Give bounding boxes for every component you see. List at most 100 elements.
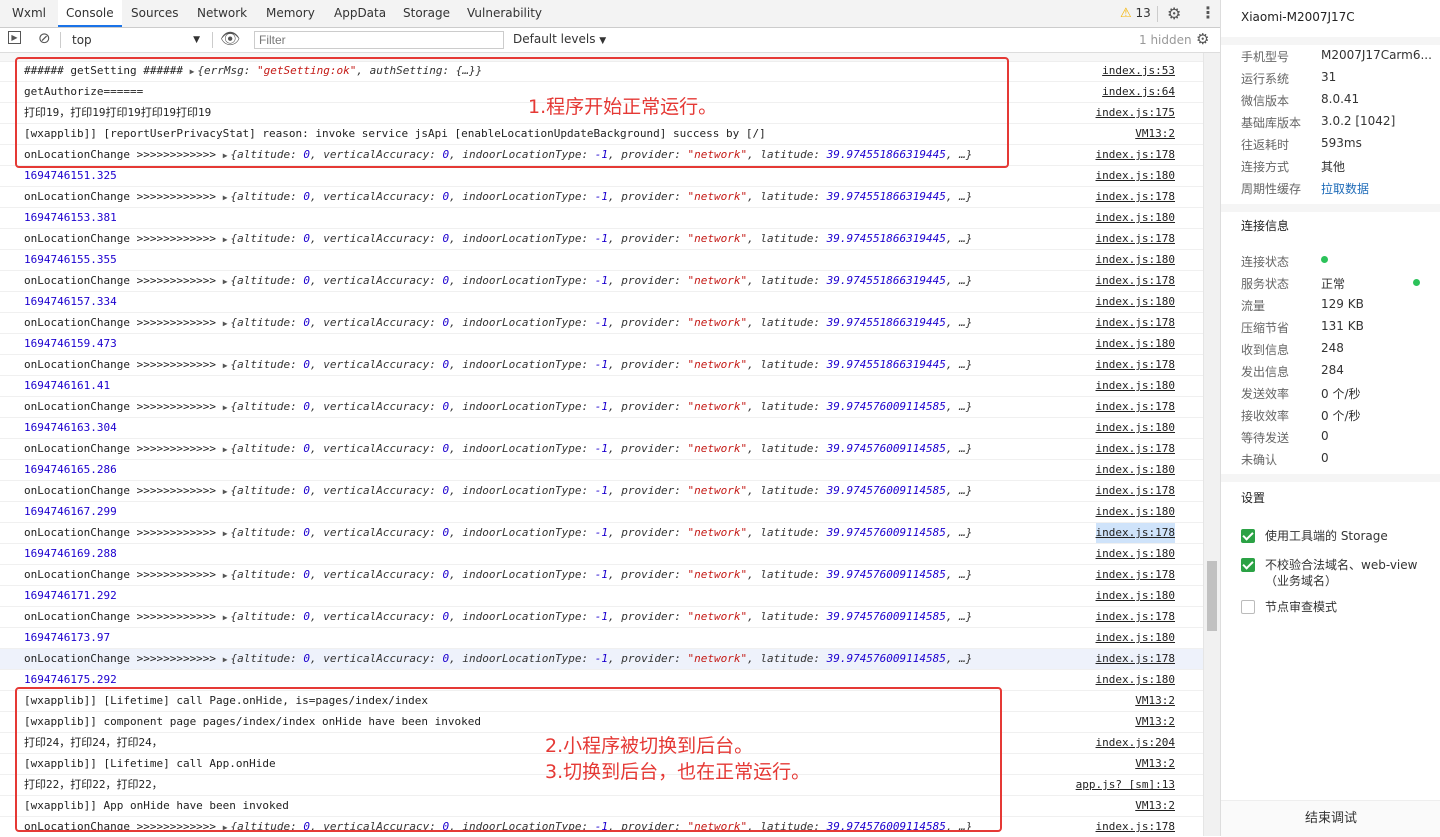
tab-storage[interactable]: Storage xyxy=(403,0,450,27)
source-link[interactable]: VM13:2 xyxy=(1135,691,1175,711)
tab-vulnerability[interactable]: Vulnerability xyxy=(467,0,542,27)
setting-checkbox[interactable] xyxy=(1241,558,1255,572)
expand-triangle-icon[interactable]: ▶ xyxy=(223,823,228,832)
console-object-preview[interactable]: ▶ {altitude: 0, verticalAccuracy: 0, indo… xyxy=(223,358,973,371)
source-link[interactable]: index.js:178 xyxy=(1096,229,1175,249)
source-link[interactable]: index.js:178 xyxy=(1096,397,1175,417)
console-object-preview[interactable]: ▶ {altitude: 0, verticalAccuracy: 0, indo… xyxy=(223,232,973,245)
console-object-preview[interactable]: ▶ {altitude: 0, verticalAccuracy: 0, indo… xyxy=(223,526,973,539)
source-link[interactable]: index.js:178 xyxy=(1096,817,1175,836)
source-link[interactable]: index.js:178 xyxy=(1096,313,1175,333)
console-row: 1694746173.97 index.js:180 xyxy=(0,628,1203,649)
eye-icon[interactable]: 👁 xyxy=(220,29,240,48)
source-link[interactable]: index.js:178 xyxy=(1096,565,1175,585)
expand-triangle-icon[interactable]: ▶ xyxy=(223,151,228,160)
expand-triangle-icon[interactable]: ▶ xyxy=(223,445,228,454)
settings-gear-icon[interactable]: ⚙ xyxy=(1167,4,1181,23)
sidebar-toggle-icon[interactable]: ▶ xyxy=(8,31,21,44)
console-settings-gear-icon[interactable]: ⚙ xyxy=(1196,30,1209,48)
source-link[interactable]: index.js:178 xyxy=(1095,523,1175,543)
console-object-preview[interactable]: ▶ {altitude: 0, verticalAccuracy: 0, indo… xyxy=(223,820,973,833)
expand-triangle-icon[interactable]: ▶ xyxy=(223,235,228,244)
source-link[interactable]: index.js:178 xyxy=(1096,271,1175,291)
console-object-preview[interactable]: ▶ {altitude: 0, verticalAccuracy: 0, indo… xyxy=(223,442,973,455)
source-link[interactable]: index.js:180 xyxy=(1096,502,1175,522)
log-levels-dropdown[interactable]: Default levels ▼ xyxy=(513,32,606,46)
console-object-preview[interactable]: ▶ {altitude: 0, verticalAccuracy: 0, indo… xyxy=(223,652,973,665)
console-object-preview[interactable]: ▶ {altitude: 0, verticalAccuracy: 0, indo… xyxy=(223,148,973,161)
context-select[interactable]: top ▼ xyxy=(64,31,206,49)
source-link[interactable]: index.js:180 xyxy=(1096,334,1175,354)
end-debug-button[interactable]: 结束调试 xyxy=(1221,800,1440,837)
source-link[interactable]: index.js:180 xyxy=(1096,544,1175,564)
source-link[interactable]: index.js:180 xyxy=(1096,376,1175,396)
console-object-preview[interactable]: ▶ {altitude: 0, verticalAccuracy: 0, indo… xyxy=(223,190,973,203)
expand-triangle-icon[interactable]: ▶ xyxy=(223,487,228,496)
console-object-preview[interactable]: ▶ {altitude: 0, verticalAccuracy: 0, indo… xyxy=(223,316,973,329)
expand-triangle-icon[interactable]: ▶ xyxy=(223,613,228,622)
source-link[interactable]: index.js:180 xyxy=(1096,166,1175,186)
expand-triangle-icon[interactable]: ▶ xyxy=(223,361,228,370)
device-info-value: 其他 xyxy=(1321,160,1346,174)
tab-appdata[interactable]: AppData xyxy=(334,0,386,27)
source-link[interactable]: index.js:180 xyxy=(1096,418,1175,438)
console-row: onLocationChange >>>>>>>>>>>> ▶ {altitude… xyxy=(0,817,1203,836)
source-link[interactable]: VM13:2 xyxy=(1135,796,1175,816)
setting-checkbox[interactable] xyxy=(1241,529,1255,543)
clear-console-icon[interactable]: ⊘ xyxy=(38,29,51,47)
console-object-preview[interactable]: ▶ {altitude: 0, verticalAccuracy: 0, indo… xyxy=(223,484,973,497)
expand-triangle-icon[interactable]: ▶ xyxy=(223,403,228,412)
source-link[interactable]: index.js:64 xyxy=(1102,82,1175,102)
source-link[interactable]: index.js:178 xyxy=(1096,649,1175,669)
source-link[interactable]: index.js:178 xyxy=(1096,607,1175,627)
tab-console[interactable]: Console xyxy=(58,0,122,27)
console-object-preview[interactable]: ▶ {altitude: 0, verticalAccuracy: 0, indo… xyxy=(223,610,973,623)
console-object-preview[interactable]: ▶ {errMsg: "getSetting:ok", authSetting: … xyxy=(190,64,483,77)
source-link[interactable]: index.js:180 xyxy=(1096,670,1175,690)
source-link[interactable]: index.js:178 xyxy=(1096,187,1175,207)
warnings-counter[interactable]: ⚠ 13 xyxy=(1120,6,1151,21)
connection-info-label: 发出信息 xyxy=(1241,365,1290,379)
expand-triangle-icon[interactable]: ▶ xyxy=(190,67,195,76)
source-link[interactable]: index.js:53 xyxy=(1102,61,1175,81)
connection-info-label: 未确认 xyxy=(1241,453,1278,467)
filter-input[interactable] xyxy=(254,31,504,49)
source-link[interactable]: app.js? [sm]:13 xyxy=(1076,775,1175,795)
source-link[interactable]: index.js:180 xyxy=(1096,208,1175,228)
console-object-preview[interactable]: ▶ {altitude: 0, verticalAccuracy: 0, indo… xyxy=(223,400,973,413)
source-link[interactable]: index.js:180 xyxy=(1096,292,1175,312)
source-link[interactable]: index.js:180 xyxy=(1096,460,1175,480)
expand-triangle-icon[interactable]: ▶ xyxy=(223,655,228,664)
source-link[interactable]: VM13:2 xyxy=(1135,712,1175,732)
object-key: {altitude: xyxy=(230,274,304,287)
expand-triangle-icon[interactable]: ▶ xyxy=(223,529,228,538)
source-link[interactable]: index.js:180 xyxy=(1096,250,1175,270)
setting-checkbox[interactable] xyxy=(1241,600,1255,614)
source-link[interactable]: VM13:2 xyxy=(1135,124,1175,144)
expand-triangle-icon[interactable]: ▶ xyxy=(223,277,228,286)
source-link[interactable]: index.js:204 xyxy=(1096,733,1175,753)
source-link[interactable]: index.js:180 xyxy=(1096,628,1175,648)
source-link[interactable]: index.js:180 xyxy=(1096,586,1175,606)
source-link[interactable]: index.js:175 xyxy=(1096,103,1175,123)
console-object-preview[interactable]: ▶ {altitude: 0, verticalAccuracy: 0, indo… xyxy=(223,274,973,287)
source-link[interactable]: index.js:178 xyxy=(1096,481,1175,501)
more-menu-icon[interactable]: ⋮ xyxy=(1200,3,1216,22)
source-link[interactable]: index.js:178 xyxy=(1096,355,1175,375)
object-number: -1 xyxy=(594,568,609,581)
scrollbar-thumb[interactable] xyxy=(1207,561,1217,631)
tab-memory[interactable]: Memory xyxy=(266,0,315,27)
source-link[interactable]: VM13:2 xyxy=(1135,754,1175,774)
console-scrollbar[interactable] xyxy=(1203,53,1220,836)
source-link[interactable]: index.js:178 xyxy=(1096,439,1175,459)
tab-sources[interactable]: Sources xyxy=(131,0,178,27)
console-object-preview[interactable]: ▶ {altitude: 0, verticalAccuracy: 0, indo… xyxy=(223,568,973,581)
expand-triangle-icon[interactable]: ▶ xyxy=(223,319,228,328)
expand-triangle-icon[interactable]: ▶ xyxy=(223,193,228,202)
source-link[interactable]: index.js:178 xyxy=(1096,145,1175,165)
tab-wxml[interactable]: Wxml xyxy=(12,0,46,27)
device-info-value[interactable]: 拉取数据 xyxy=(1321,180,1369,197)
device-info-value: 593ms xyxy=(1321,136,1362,150)
tab-network[interactable]: Network xyxy=(197,0,247,27)
expand-triangle-icon[interactable]: ▶ xyxy=(223,571,228,580)
